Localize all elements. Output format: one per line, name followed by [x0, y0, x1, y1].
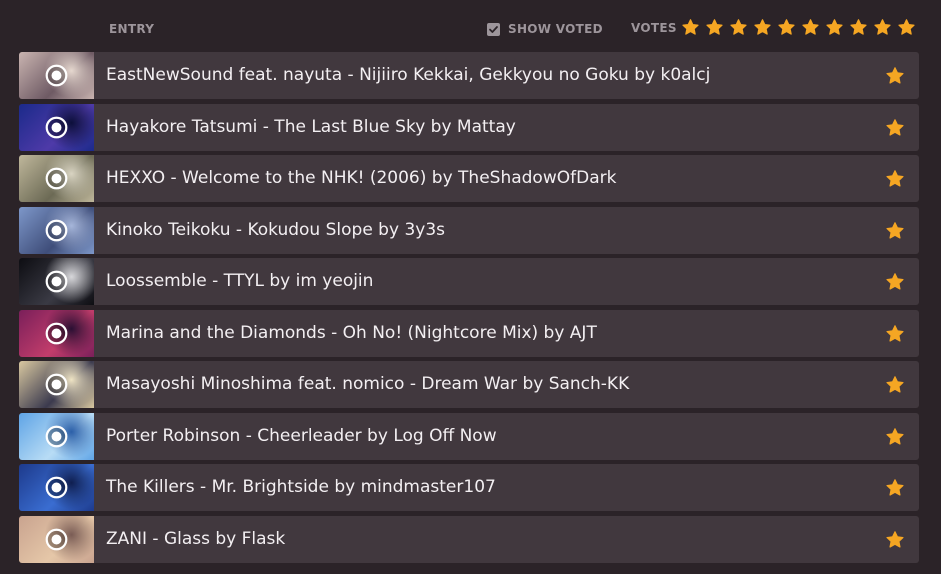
- list-header: ENTRY SHOW VOTED VOTES: [0, 0, 941, 52]
- voted-star-icon[interactable]: [885, 375, 905, 395]
- entry-row[interactable]: Kinoko Teikoku - Kokudou Slope by 3y3s: [19, 206, 919, 254]
- voted-star-icon[interactable]: [885, 66, 905, 86]
- checkmark-icon: [489, 25, 498, 33]
- play-preview-icon[interactable]: [45, 476, 68, 499]
- vote-star-icon[interactable]: [777, 18, 796, 37]
- entry-row[interactable]: The Killers - Mr. Brightside by mindmast…: [19, 464, 919, 511]
- vote-star-icon[interactable]: [873, 18, 892, 37]
- show-voted-toggle[interactable]: SHOW VOTED: [487, 22, 603, 36]
- entry-row[interactable]: ZANI - Glass by Flask: [19, 515, 919, 563]
- entry-title: Loossemble - TTYL by im yeojin: [106, 271, 374, 291]
- show-voted-label: SHOW VOTED: [508, 22, 603, 36]
- play-preview-icon[interactable]: [45, 219, 68, 242]
- voted-star-icon[interactable]: [885, 272, 905, 292]
- votes-column-header: VOTES: [631, 21, 677, 35]
- entry-row[interactable]: Loossemble - TTYL by im yeojin: [19, 258, 919, 305]
- voted-star-icon[interactable]: [885, 530, 905, 550]
- voted-star-icon[interactable]: [885, 169, 905, 189]
- vote-star-icon[interactable]: [729, 18, 748, 37]
- entry-title: EastNewSound feat. nayuta - Nijiiro Kekk…: [106, 65, 711, 85]
- show-voted-checkbox[interactable]: [487, 22, 500, 36]
- play-preview-icon[interactable]: [45, 116, 68, 139]
- play-preview-icon[interactable]: [45, 322, 68, 345]
- entry-title: Masayoshi Minoshima feat. nomico - Dream…: [106, 374, 630, 394]
- entry-title: HEXXO - Welcome to the NHK! (2006) by Th…: [106, 168, 617, 188]
- vote-star-icon[interactable]: [849, 18, 868, 37]
- entry-row[interactable]: HEXXO - Welcome to the NHK! (2006) by Th…: [19, 155, 919, 202]
- entry-row[interactable]: Masayoshi Minoshima feat. nomico - Dream…: [19, 361, 919, 408]
- play-preview-icon[interactable]: [45, 425, 68, 448]
- vote-star-icon[interactable]: [801, 18, 820, 37]
- play-preview-icon[interactable]: [45, 270, 68, 293]
- vote-star-icon[interactable]: [681, 18, 700, 37]
- vote-rating-stars[interactable]: [681, 18, 921, 37]
- voted-star-icon[interactable]: [885, 221, 905, 241]
- entry-title: Marina and the Diamonds - Oh No! (Nightc…: [106, 322, 597, 343]
- entry-list: EastNewSound feat. nayuta - Nijiiro Kekk…: [19, 52, 919, 567]
- entry-row[interactable]: EastNewSound feat. nayuta - Nijiiro Kekk…: [19, 52, 919, 99]
- entry-title: ZANI - Glass by Flask: [106, 528, 286, 549]
- play-preview-icon[interactable]: [45, 373, 68, 396]
- play-preview-icon[interactable]: [45, 167, 68, 190]
- entry-title: Porter Robinson - Cheerleader by Log Off…: [106, 425, 497, 446]
- play-preview-icon[interactable]: [45, 64, 68, 87]
- voted-star-icon[interactable]: [885, 427, 905, 447]
- play-preview-icon[interactable]: [45, 528, 68, 551]
- voted-star-icon[interactable]: [885, 478, 905, 498]
- vote-star-icon[interactable]: [753, 18, 772, 37]
- voted-star-icon[interactable]: [885, 118, 905, 138]
- entry-column-header: ENTRY: [109, 22, 155, 36]
- voted-star-icon[interactable]: [885, 324, 905, 344]
- vote-star-icon[interactable]: [897, 18, 916, 37]
- entry-title: Hayakore Tatsumi - The Last Blue Sky by …: [106, 116, 516, 137]
- entry-row[interactable]: Hayakore Tatsumi - The Last Blue Sky by …: [19, 103, 919, 151]
- entry-row[interactable]: Porter Robinson - Cheerleader by Log Off…: [19, 412, 919, 460]
- entry-title: The Killers - Mr. Brightside by mindmast…: [106, 477, 496, 497]
- entry-title: Kinoko Teikoku - Kokudou Slope by 3y3s: [106, 219, 445, 240]
- entry-row[interactable]: Marina and the Diamonds - Oh No! (Nightc…: [19, 309, 919, 357]
- vote-star-icon[interactable]: [705, 18, 724, 37]
- vote-star-icon[interactable]: [825, 18, 844, 37]
